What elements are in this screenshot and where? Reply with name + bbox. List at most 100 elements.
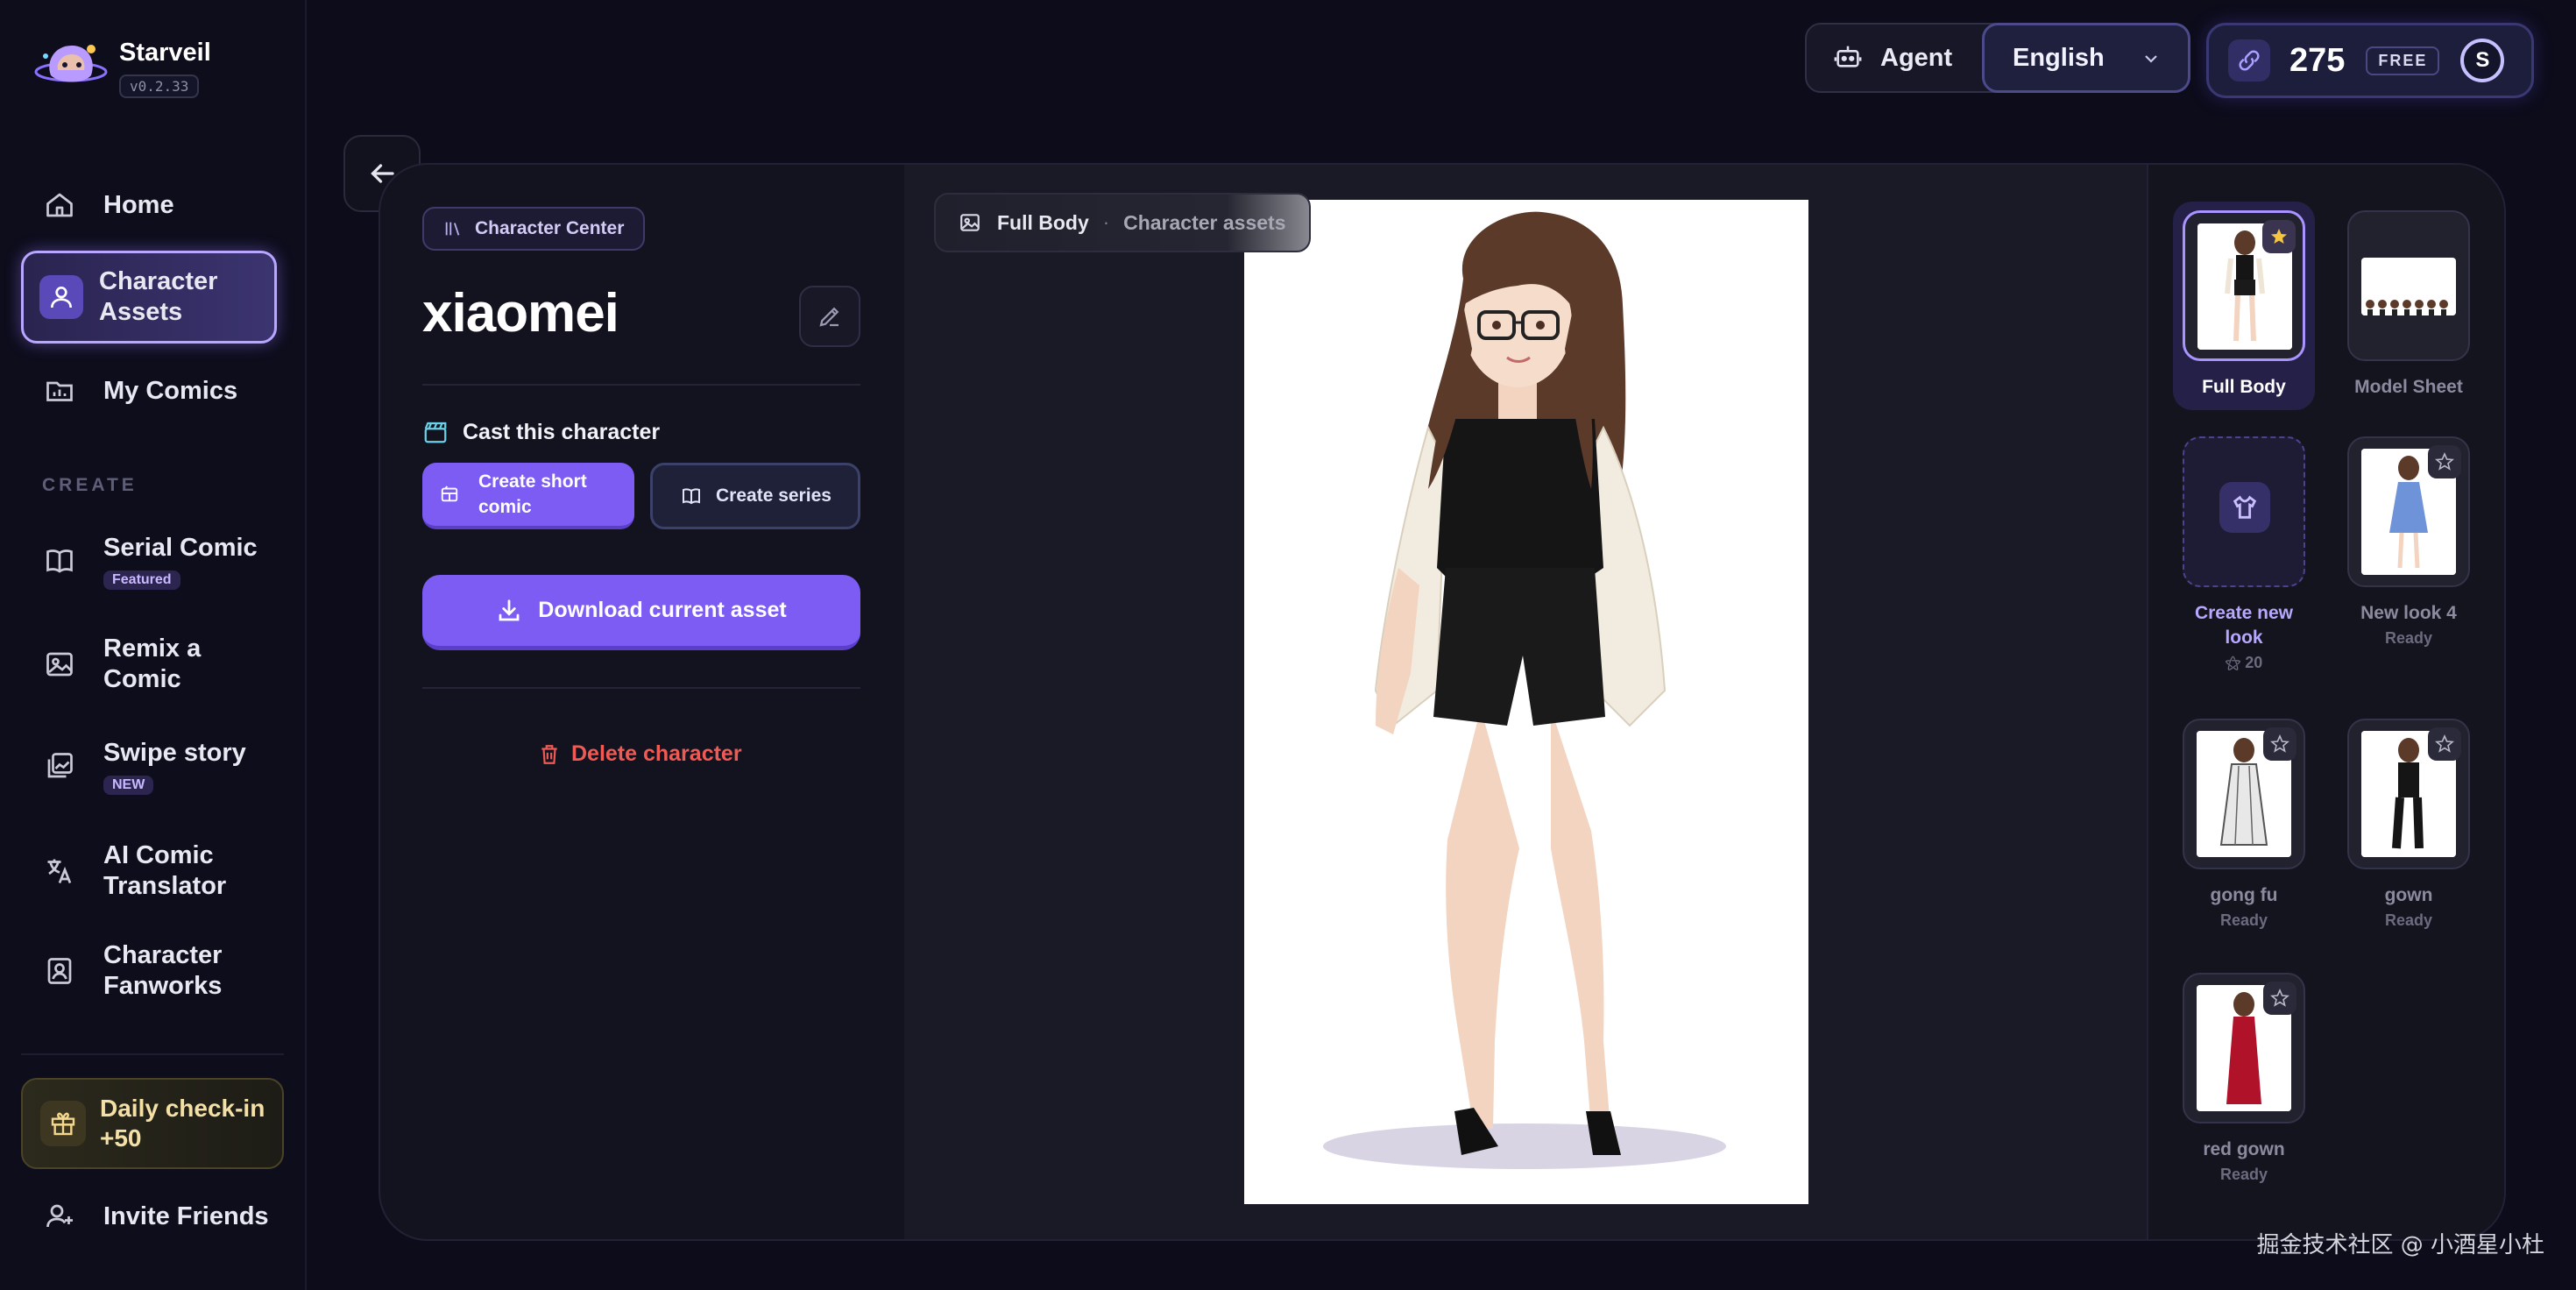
credits-value: 275 (2289, 41, 2346, 79)
translate-icon (44, 855, 75, 887)
user-avatar[interactable]: S (2460, 39, 2505, 82)
star-outline-icon (2270, 988, 2289, 1007)
nav-character-assets-label: Character Assets (99, 267, 218, 326)
featured-badge: Featured (103, 570, 180, 590)
gallery-tile-new-look-4[interactable]: New look 4 Ready (2343, 436, 2474, 648)
gallery-tile-gown[interactable]: gown Ready (2343, 719, 2474, 930)
thumbnail-model-sheet (2361, 258, 2456, 315)
edit-name-button[interactable] (799, 286, 860, 347)
nav-my-comics-label: My Comics (103, 376, 238, 405)
chevron-down-icon (2145, 55, 2157, 63)
cast-label: Cast this character (463, 419, 661, 444)
character-center-breadcrumb[interactable]: Character Center (422, 207, 646, 251)
clapperboard-icon (424, 422, 447, 443)
download-label: Download current asset (538, 598, 787, 622)
starveil-logo-icon (33, 35, 109, 96)
favorite-star-button[interactable] (2428, 727, 2461, 761)
nav-character-assets[interactable]: Character Assets (21, 251, 277, 344)
download-icon (499, 599, 520, 620)
agent-button[interactable]: Agent (1805, 23, 2012, 93)
gallery-tile-gong-fu[interactable]: gong fu Ready (2178, 719, 2310, 930)
asset-type-label: Full Body (997, 210, 1089, 234)
tile-status: Ready (2219, 911, 2268, 929)
favorite-star-button[interactable] (2262, 220, 2296, 253)
robot-icon (1833, 41, 1863, 75)
delete-label: Delete character (571, 741, 742, 766)
divider (422, 687, 860, 689)
user-icon (39, 275, 83, 319)
plan-badge: FREE (2366, 46, 2440, 75)
brand-name: Starveil (119, 39, 211, 67)
tile-status: Ready (2384, 911, 2433, 929)
create-series-label: Create series (716, 486, 832, 506)
favorite-star-button[interactable] (2263, 982, 2296, 1015)
images-stack-icon (44, 750, 75, 782)
star-outline-icon (2435, 734, 2454, 753)
tile-label: gong fu (2210, 885, 2278, 905)
nav-ai-translator[interactable]: AI Comic Translator (21, 836, 277, 906)
watermark: 掘金技术社区 @ 小酒星小杜 (2256, 1232, 2544, 1258)
link-coin-icon (2228, 39, 2270, 82)
id-badge-icon (44, 955, 75, 987)
gallery-tile-full-body[interactable]: Full Body (2178, 210, 2310, 400)
sidebar-divider (21, 1053, 284, 1055)
tile-cost: ⚝ 20 (2178, 654, 2310, 672)
tshirt-icon (2219, 482, 2270, 533)
divider (422, 384, 860, 386)
cast-section-label: Cast this character (422, 419, 660, 445)
version-badge: v0.2.33 (119, 74, 200, 98)
character-name: xiaomei (422, 283, 619, 344)
tile-label: gown (2384, 885, 2433, 905)
tile-label: Create new look (2194, 603, 2294, 648)
daily-checkin-label: Daily check-in +50 (100, 1095, 265, 1152)
library-icon (445, 222, 460, 236)
gallery-tile-create-new-look[interactable]: Create new look ⚝ 20 (2178, 436, 2310, 672)
asset-info-pill: Full Body · Character assets (934, 193, 1311, 252)
asset-group-label: Character assets (1123, 210, 1286, 234)
breadcrumb-label: Character Center (475, 218, 625, 238)
tile-label: New look 4 (2360, 603, 2457, 623)
nav-my-comics[interactable]: My Comics (21, 365, 277, 417)
favorite-star-button[interactable] (2263, 727, 2296, 761)
nav-remix-label: Remix a Comic (103, 634, 202, 693)
favorite-star-button[interactable] (2428, 445, 2461, 478)
comic-panel-icon (441, 486, 458, 502)
nav-serial-comic[interactable]: Serial Comic Featured (21, 526, 277, 596)
nav-invite-friends[interactable]: Invite Friends (21, 1190, 277, 1243)
separator-dot: · (1102, 211, 1110, 233)
tile-status: Ready (2384, 629, 2433, 647)
download-asset-button[interactable]: Download current asset (422, 575, 860, 650)
create-series-button[interactable]: Create series (650, 463, 860, 529)
gallery-tile-model-sheet[interactable]: Model Sheet (2343, 210, 2474, 400)
nav-invite-label: Invite Friends (103, 1201, 269, 1230)
nav-serial-comic-label: Serial Comic (103, 533, 258, 562)
nav-translator-label: AI Comic Translator (103, 841, 227, 900)
language-select[interactable]: English (1982, 23, 2190, 93)
nav-character-fanworks[interactable]: Character Fanworks (21, 936, 277, 1006)
tile-label: Full Body (2202, 377, 2286, 397)
create-short-comic-label: Create short comic (478, 471, 587, 517)
sparkle-icon: ⚝ (2225, 654, 2241, 671)
create-short-comic-button[interactable]: Create short comic (422, 463, 634, 529)
nav-fanworks-label: Character Fanworks (103, 941, 223, 1000)
nav-remix-comic[interactable]: Remix a Comic (21, 629, 277, 699)
folder-chart-icon (44, 375, 75, 407)
nav-swipe-story-label: Swipe story (103, 738, 246, 767)
sidebar: Starveil v0.2.33 Home Character Assets M… (0, 0, 307, 1290)
nav-swipe-story[interactable]: Swipe story NEW (21, 731, 277, 801)
tile-label: Model Sheet (2354, 377, 2463, 397)
user-plus-icon (44, 1201, 75, 1232)
credits-widget[interactable]: 275 FREE S (2206, 23, 2534, 98)
nav-home[interactable]: Home (21, 179, 277, 231)
gallery-tile-red-gown[interactable]: red gown Ready (2178, 973, 2310, 1184)
cost-value: 20 (2245, 654, 2263, 671)
delete-character-button[interactable]: Delete character (538, 741, 742, 767)
image-icon (44, 649, 75, 680)
language-label: English (2013, 43, 2105, 72)
book-open-icon (683, 488, 700, 505)
brand[interactable]: Starveil v0.2.33 (33, 35, 211, 98)
gift-icon (40, 1101, 86, 1146)
star-outline-icon (2435, 451, 2454, 471)
agent-label: Agent (1880, 43, 1953, 72)
daily-checkin-button[interactable]: Daily check-in +50 (21, 1078, 284, 1169)
